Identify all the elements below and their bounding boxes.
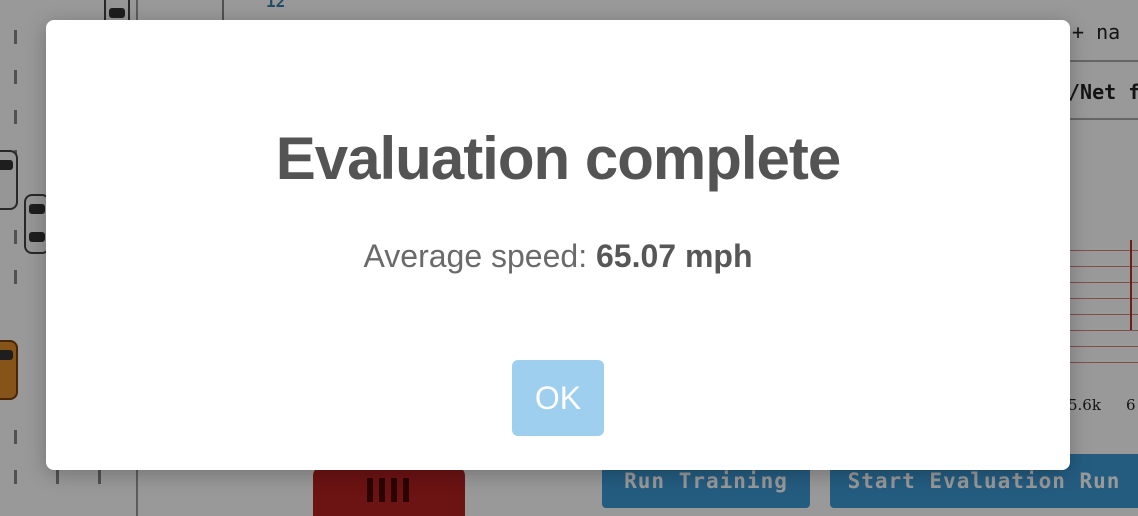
speed-value: 65.07 mph [595, 238, 753, 274]
dialog-message: Average speed: 65.07 mph [46, 238, 1070, 275]
speed-label: Average speed: [363, 238, 588, 274]
evaluation-complete-dialog: Evaluation complete Average speed: 65.07… [46, 20, 1070, 470]
dialog-title: Evaluation complete [275, 125, 841, 192]
ok-button[interactable]: OK [512, 360, 604, 436]
